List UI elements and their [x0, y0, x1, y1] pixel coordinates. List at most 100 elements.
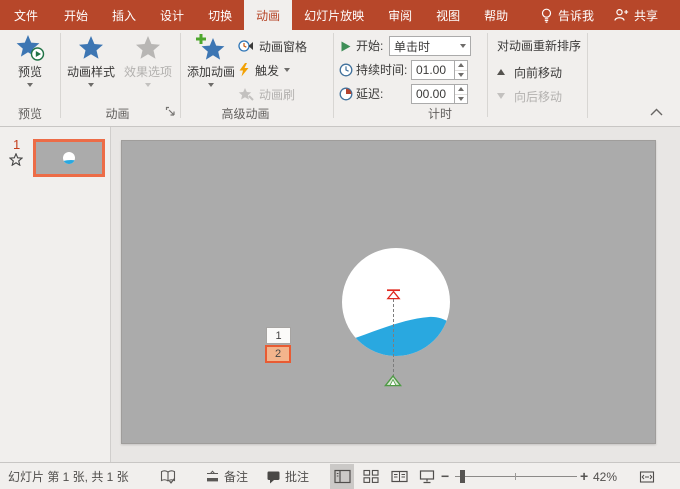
- zoom-slider-center-tick: [515, 473, 516, 480]
- tab-slideshow[interactable]: 幻灯片放映: [292, 0, 376, 30]
- workspace: 1 1 2: [0, 127, 680, 462]
- duration-value: 01.00: [416, 63, 447, 77]
- delay-spinbox[interactable]: 00.00: [411, 84, 468, 104]
- animation-badge-2-selected[interactable]: 2: [265, 345, 291, 363]
- spellcheck-icon: [160, 470, 176, 484]
- delay-clock-icon: [339, 87, 353, 101]
- tab-file[interactable]: 文件: [0, 0, 52, 30]
- tab-help[interactable]: 帮助: [472, 0, 520, 30]
- delay-value: 00.00: [416, 87, 447, 101]
- spellcheck-button[interactable]: [160, 464, 176, 489]
- reading-view-button[interactable]: [387, 464, 411, 489]
- trigger-button[interactable]: 触发: [238, 60, 291, 80]
- animation-badge-1[interactable]: 1: [266, 327, 291, 344]
- lightbulb-icon: [541, 8, 552, 23]
- zoom-level[interactable]: 42%: [593, 464, 617, 489]
- effect-options-dropdown-caret: [145, 83, 151, 87]
- slide-sorter-view-button[interactable]: [359, 464, 383, 489]
- slide-number: 1: [13, 137, 21, 152]
- motion-path-dashed-line[interactable]: [393, 299, 394, 377]
- zoom-slider-track[interactable]: [455, 476, 577, 477]
- normal-view-button[interactable]: [330, 464, 354, 489]
- animation-pane-button[interactable]: 动画窗格: [238, 36, 307, 56]
- motion-path-start-icon[interactable]: [384, 375, 402, 387]
- preview-button[interactable]: 预览: [2, 32, 58, 100]
- add-animation-button[interactable]: 添加动画: [183, 32, 239, 100]
- powerpoint-window: 文件 开始 插入 设计 切换 动画 幻灯片放映 审阅 视图 帮助 告诉我 共享 …: [0, 0, 680, 489]
- tab-insert[interactable]: 插入: [100, 0, 148, 30]
- normal-view-icon: [333, 469, 351, 484]
- collapse-ribbon-chevron-icon[interactable]: [650, 108, 663, 116]
- animation-styles-button[interactable]: 动画样式: [63, 32, 119, 100]
- group-label-timing: 计时: [427, 107, 452, 121]
- thumbnail-ball-shape: [63, 152, 75, 164]
- status-bar: 幻灯片 第 1 张, 共 1 张 备注 批注 − + 42%: [0, 462, 680, 489]
- group-separator: [333, 33, 334, 118]
- person-icon: [614, 8, 629, 21]
- slide-editing-area: 1 2: [111, 127, 680, 462]
- ribbon-tab-bar: 文件 开始 插入 设计 切换 动画 幻灯片放映 审阅 视图 帮助 告诉我 共享: [0, 0, 680, 30]
- add-animation-star-icon: [195, 32, 227, 64]
- add-animation-dropdown-caret: [208, 83, 214, 87]
- animation-styles-dropdown-caret: [88, 83, 94, 87]
- move-later-icon: [497, 93, 505, 99]
- slide-sorter-icon: [363, 469, 379, 483]
- preview-star-icon: [14, 32, 46, 64]
- group-label-advanced-animation: 高级动画: [221, 107, 270, 121]
- zoom-slider-handle[interactable]: [460, 470, 465, 483]
- tab-design[interactable]: 设计: [148, 0, 196, 30]
- group-label-animation: 动画: [105, 107, 130, 121]
- start-combo-caret: [460, 44, 466, 48]
- zoom-in-button[interactable]: +: [580, 464, 588, 489]
- start-play-icon: [341, 41, 351, 52]
- group-label-preview: 预览: [17, 107, 42, 121]
- group-separator: [180, 33, 181, 118]
- tab-view[interactable]: 视图: [424, 0, 472, 30]
- start-combobox[interactable]: 单击时: [389, 36, 471, 56]
- start-value: 单击时: [394, 39, 431, 54]
- move-earlier-icon: [497, 69, 505, 75]
- tab-review[interactable]: 审阅: [376, 0, 424, 30]
- animation-indicator-star-icon[interactable]: [9, 153, 23, 166]
- animation-pane-icon: [238, 40, 253, 52]
- effect-options-button: 效果选项: [119, 32, 177, 100]
- tell-me-button[interactable]: 告诉我: [530, 0, 604, 30]
- duration-spinbox[interactable]: 01.00: [411, 60, 468, 80]
- inner-separator: [487, 33, 488, 117]
- slideshow-icon: [419, 470, 435, 484]
- animation-painter-icon: [238, 88, 254, 101]
- fit-slide-to-window-button[interactable]: [635, 464, 659, 489]
- tab-transitions[interactable]: 切换: [196, 0, 244, 30]
- animation-style-star-icon: [77, 32, 105, 64]
- move-later-button: 向后移动: [497, 86, 562, 106]
- fit-window-icon: [639, 470, 655, 483]
- tab-home[interactable]: 开始: [52, 0, 100, 30]
- notes-toggle-button[interactable]: 备注: [205, 464, 248, 489]
- start-field-label: 开始:: [356, 39, 384, 53]
- slide-thumbnail-panel: 1: [0, 127, 111, 462]
- slide-counter: 幻灯片 第 1 张, 共 1 张: [8, 470, 129, 484]
- zoom-out-button[interactable]: −: [441, 464, 449, 489]
- comments-icon: [267, 471, 280, 483]
- preview-dropdown-caret: [27, 83, 33, 87]
- delay-field-label: 延迟:: [356, 87, 384, 101]
- animation-painter-button: 动画刷: [238, 84, 295, 104]
- delay-spin-up[interactable]: [455, 85, 467, 95]
- reading-view-icon: [390, 470, 408, 483]
- group-separator: [587, 33, 588, 118]
- tab-animations[interactable]: 动画: [244, 0, 293, 30]
- move-earlier-button[interactable]: 向前移动: [497, 62, 562, 82]
- ball-shape[interactable]: [341, 247, 451, 357]
- slide-1-thumbnail[interactable]: [33, 139, 105, 177]
- notes-icon: [207, 470, 218, 482]
- duration-spin-down[interactable]: [455, 71, 467, 80]
- slideshow-view-button[interactable]: [415, 464, 439, 489]
- duration-spin-up[interactable]: [455, 61, 467, 71]
- trigger-dropdown-caret: [284, 68, 291, 72]
- animation-dialog-launcher-icon[interactable]: [165, 106, 176, 117]
- reorder-animation-header: 对动画重新排序: [497, 39, 582, 53]
- share-button[interactable]: 共享: [604, 0, 668, 30]
- delay-spin-down[interactable]: [455, 95, 467, 104]
- duration-clock-icon: [339, 63, 353, 77]
- comments-toggle-button[interactable]: 批注: [266, 464, 309, 489]
